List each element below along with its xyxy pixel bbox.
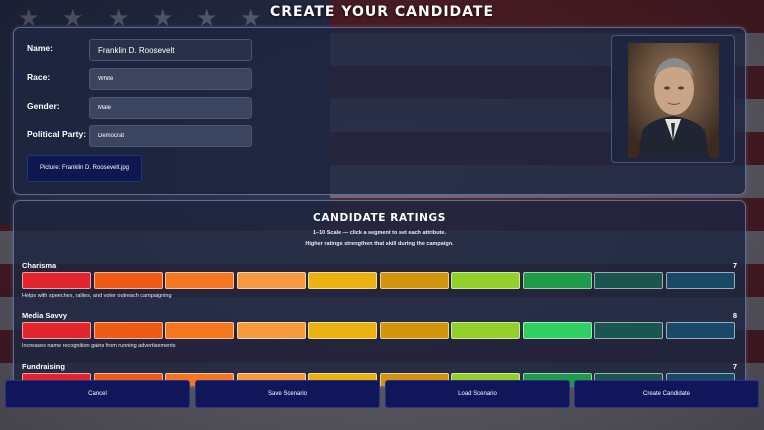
charisma-segment-1[interactable] [22,272,91,289]
media-savvy-segment-8[interactable] [522,322,592,339]
cancel-button[interactable]: Cancel [5,380,190,408]
fundraising-label: Fundraising [22,362,65,371]
media-savvy-segment-2[interactable] [93,322,163,339]
charisma-segment-7[interactable] [451,272,520,289]
media-savvy-segment-1[interactable] [22,322,91,339]
candidate-ratings-panel: CANDIDATE RATINGS 1–10 Scale — click a s… [13,200,746,387]
bottom-button-bar: Cancel Save Scenario Load Scenario Creat… [0,378,764,430]
charisma-segment-2[interactable] [93,272,163,289]
party-label: Political Party: [27,129,87,139]
media-savvy-label: Media Savvy [22,311,68,320]
candidate-portrait [628,43,719,158]
charisma-segment-9[interactable] [594,272,663,289]
media-savvy-segment-10[interactable] [665,322,735,339]
charisma-segment-5[interactable] [308,272,377,289]
media-savvy-segment-6[interactable] [379,322,449,339]
charisma-rating-bar [22,272,736,289]
race-label: Race: [27,72,51,82]
media-savvy-segment-4[interactable] [236,322,306,339]
charisma-segment-6[interactable] [379,272,449,289]
charisma-segment-8[interactable] [522,272,592,289]
save-scenario-button[interactable]: Save Scenario [195,380,380,408]
media-savvy-segment-7[interactable] [451,322,520,339]
portrait-frame [611,35,735,163]
ratings-title: CANDIDATE RATINGS [313,212,446,224]
candidate-info-panel: Name: Race: Gender: Political Party: Pic… [13,27,746,195]
media-savvy-segment-5[interactable] [308,322,377,339]
ratings-subtitle-hint: Higher ratings strengthen that skill dur… [305,241,454,247]
media-savvy-segment-9[interactable] [594,322,663,339]
gender-field[interactable] [89,97,252,119]
media-savvy-description: Increases name recognition gains from ru… [22,343,176,349]
media-savvy-segment-3[interactable] [165,322,234,339]
charisma-segment-10[interactable] [665,272,735,289]
charisma-segment-3[interactable] [165,272,234,289]
fundraising-value: 7 [732,362,737,371]
charisma-description: Helps with speeches, rallies, and voter … [22,293,172,299]
gender-label: Gender: [27,101,60,111]
race-field[interactable] [89,68,252,90]
ratings-subtitle-scale: 1–10 Scale — click a segment to set each… [313,230,446,236]
name-field[interactable] [89,39,252,61]
charisma-label: Charisma [22,261,57,270]
page-title: CREATE YOUR CANDIDATE [269,4,495,20]
media-savvy-rating-bar [22,322,736,339]
media-savvy-value: 8 [732,311,737,320]
picture-button[interactable]: Picture: Franklin D. Roosevelt.jpg [27,155,142,182]
charisma-segment-4[interactable] [236,272,306,289]
name-label: Name: [27,43,53,53]
party-field[interactable] [89,125,252,147]
charisma-value: 7 [732,261,737,270]
load-scenario-button[interactable]: Load Scenario [385,380,570,408]
create-candidate-button[interactable]: Create Candidate [574,380,759,408]
